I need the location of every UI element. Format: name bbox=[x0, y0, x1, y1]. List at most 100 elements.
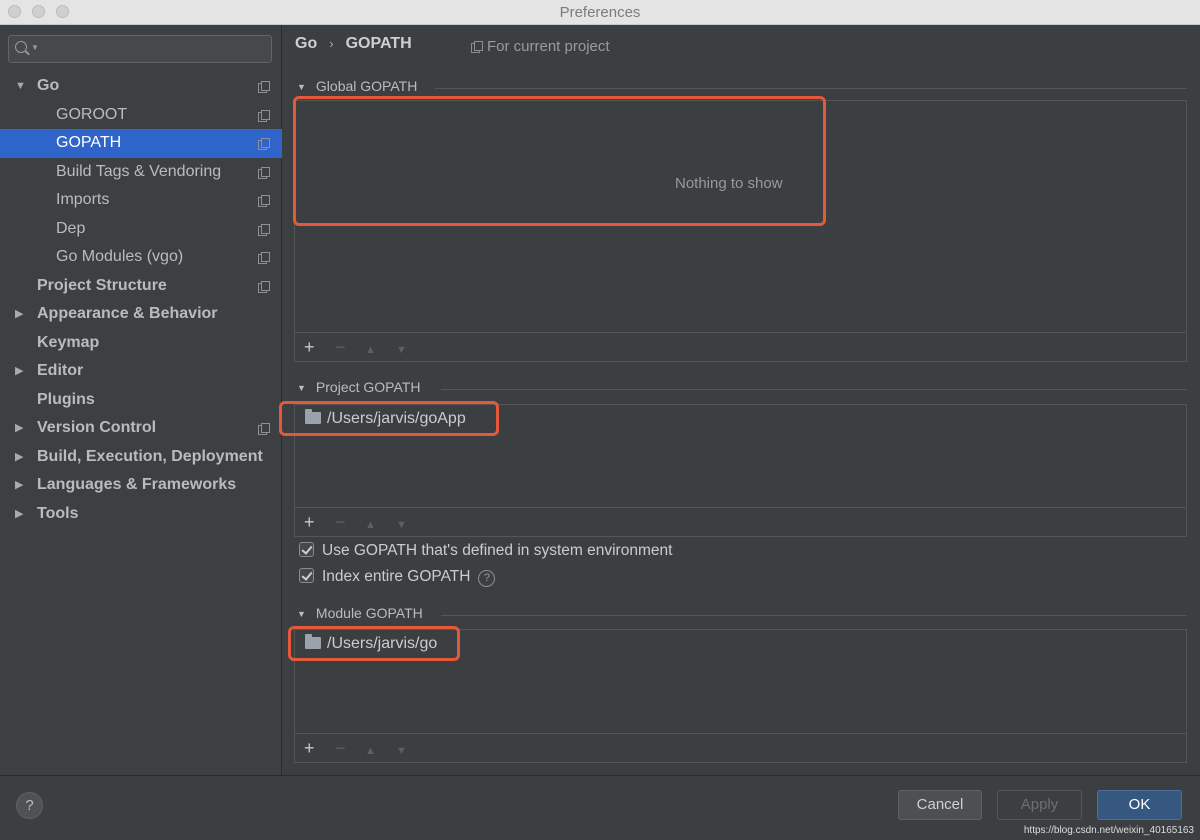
collapse-triangle-icon: ▼ bbox=[297, 82, 306, 92]
move-down-button[interactable]: ▼ bbox=[396, 741, 407, 761]
annotation-highlight bbox=[293, 96, 826, 226]
project-scope-icon bbox=[258, 81, 270, 93]
breadcrumb: Go › GOPATH bbox=[295, 35, 412, 53]
divider bbox=[441, 389, 1187, 390]
move-up-button[interactable]: ▲ bbox=[365, 340, 376, 360]
module-gopath-title: Module GOPATH bbox=[315, 605, 423, 621]
add-button[interactable]: + bbox=[304, 337, 315, 357]
use-system-gopath-checkbox[interactable]: Use GOPATH that's defined in system envi… bbox=[299, 542, 672, 560]
project-scope-icon bbox=[258, 195, 270, 207]
settings-sidebar: ▼ ▼ Go GOROOT GOPATH Build Tags & Vendoring I… bbox=[0, 25, 282, 775]
list-toolbar: + − ▲ ▼ bbox=[295, 507, 1186, 536]
sidebar-item-appearance-behavior[interactable]: ▶ Appearance & Behavior bbox=[0, 300, 282, 329]
settings-search-input[interactable]: ▼ bbox=[8, 35, 272, 63]
collapsed-arrow-icon[interactable]: ▶ bbox=[15, 300, 25, 329]
project-gopath-header[interactable]: ▼ Project GOPATH bbox=[297, 379, 420, 395]
sidebar-item-label: Appearance & Behavior bbox=[37, 305, 218, 322]
divider bbox=[441, 615, 1187, 616]
settings-tree: ▼ Go GOROOT GOPATH Build Tags & Vendoring Imp… bbox=[0, 72, 282, 528]
sidebar-item-goroot[interactable]: GOROOT bbox=[0, 101, 282, 130]
breadcrumb-current: GOPATH bbox=[345, 35, 412, 52]
module-gopath-header[interactable]: ▼ Module GOPATH bbox=[297, 605, 423, 621]
sidebar-item-label: Project Structure bbox=[37, 276, 167, 294]
scope-label: For current project bbox=[487, 38, 610, 55]
sidebar-item-label: Keymap bbox=[37, 333, 100, 351]
annotation-highlight bbox=[279, 401, 499, 436]
breadcrumb-separator: › bbox=[329, 36, 334, 51]
sidebar-item-version-control[interactable]: ▶ Version Control bbox=[0, 414, 282, 443]
collapsed-arrow-icon[interactable]: ▶ bbox=[15, 414, 25, 443]
remove-button[interactable]: − bbox=[335, 738, 346, 758]
sidebar-item-dep[interactable]: Dep bbox=[0, 215, 282, 244]
list-toolbar: + − ▲ ▼ bbox=[295, 733, 1186, 762]
sidebar-item-label: GOPATH bbox=[56, 134, 122, 151]
expanded-arrow-icon[interactable]: ▼ bbox=[15, 72, 26, 101]
collapse-triangle-icon: ▼ bbox=[297, 609, 306, 619]
list-toolbar: + − ▲ ▼ bbox=[295, 332, 1186, 361]
sidebar-item-imports[interactable]: Imports bbox=[0, 186, 282, 215]
sidebar-item-gopath[interactable]: GOPATH bbox=[0, 129, 282, 158]
project-scope-icon bbox=[258, 109, 270, 122]
gopath-settings-panel: Go › GOPATH For current project ▼ Global GO… bbox=[279, 25, 1200, 775]
watermark-text: https://blog.csdn.net/weixin_40165163 bbox=[1023, 825, 1194, 836]
move-up-button[interactable]: ▲ bbox=[365, 515, 376, 535]
help-icon[interactable]: ? bbox=[478, 570, 496, 587]
checkbox-checked-icon bbox=[299, 568, 314, 583]
sidebar-item-label: Tools bbox=[37, 504, 79, 522]
move-down-button[interactable]: ▼ bbox=[396, 515, 407, 535]
remove-button[interactable]: − bbox=[335, 512, 346, 532]
collapsed-arrow-icon[interactable]: ▶ bbox=[15, 500, 25, 529]
project-scope-icon bbox=[258, 280, 270, 293]
collapse-triangle-icon: ▼ bbox=[297, 383, 306, 393]
divider bbox=[435, 88, 1187, 89]
apply-button[interactable]: Apply bbox=[997, 790, 1082, 820]
move-down-button[interactable]: ▼ bbox=[396, 340, 407, 360]
project-gopath-title: Project GOPATH bbox=[315, 379, 421, 395]
sidebar-item-label: Go Modules (vgo) bbox=[56, 248, 184, 265]
breadcrumb-parent[interactable]: Go bbox=[295, 35, 317, 52]
sidebar-item-label: Dep bbox=[56, 219, 86, 237]
sidebar-item-go[interactable]: ▼ Go bbox=[0, 72, 282, 101]
annotation-highlight bbox=[288, 626, 460, 661]
search-icon bbox=[15, 41, 27, 53]
sidebar-item-languages-frameworks[interactable]: ▶ Languages & Frameworks bbox=[0, 471, 282, 500]
window-title: Preferences bbox=[559, 4, 641, 21]
sidebar-item-label: Build, Execution, Deployment bbox=[37, 447, 263, 465]
add-button[interactable]: + bbox=[304, 512, 315, 532]
global-gopath-header[interactable]: ▼ Global GOPATH bbox=[297, 78, 417, 94]
sidebar-item-label: Version Control bbox=[37, 419, 157, 436]
index-entire-gopath-label: Index entire GOPATH bbox=[322, 568, 471, 585]
remove-button[interactable]: − bbox=[335, 337, 346, 357]
collapsed-arrow-icon[interactable]: ▶ bbox=[15, 443, 25, 472]
project-scope-icon bbox=[471, 41, 483, 53]
chevron-down-icon: ▼ bbox=[31, 43, 39, 52]
sidebar-item-build-tags-vendoring[interactable]: Build Tags & Vendoring bbox=[0, 158, 282, 187]
help-button[interactable]: ? bbox=[16, 792, 43, 819]
sidebar-item-label: Languages & Frameworks bbox=[37, 476, 237, 493]
collapsed-arrow-icon[interactable]: ▶ bbox=[15, 471, 25, 500]
sidebar-item-project-structure[interactable]: Project Structure bbox=[0, 272, 282, 301]
global-gopath-title: Global GOPATH bbox=[315, 78, 418, 94]
project-scope-icon bbox=[258, 223, 270, 236]
sidebar-item-keymap[interactable]: Keymap bbox=[0, 329, 282, 358]
title-bar: Preferences bbox=[0, 0, 1200, 25]
project-scope-icon bbox=[258, 423, 270, 435]
collapsed-arrow-icon[interactable]: ▶ bbox=[15, 357, 25, 386]
sidebar-item-editor[interactable]: ▶ Editor bbox=[0, 357, 282, 386]
sidebar-item-label: Plugins bbox=[37, 390, 95, 408]
ok-button[interactable]: OK bbox=[1097, 790, 1182, 820]
sidebar-item-label: Imports bbox=[56, 191, 110, 208]
sidebar-item-go-modules-vgo[interactable]: Go Modules (vgo) bbox=[0, 243, 282, 272]
sidebar-item-label: Editor bbox=[37, 362, 84, 379]
index-entire-gopath-checkbox[interactable]: Index entire GOPATH? bbox=[299, 568, 496, 587]
sidebar-item-plugins[interactable]: Plugins bbox=[0, 386, 282, 415]
add-button[interactable]: + bbox=[304, 738, 315, 758]
sidebar-item-build-execution-deployment[interactable]: ▶ Build, Execution, Deployment bbox=[0, 443, 282, 472]
checkbox-checked-icon bbox=[299, 542, 314, 557]
scope-hint: For current project bbox=[471, 38, 610, 55]
move-up-button[interactable]: ▲ bbox=[365, 741, 376, 761]
sidebar-item-label: GOROOT bbox=[56, 105, 128, 123]
cancel-button[interactable]: Cancel bbox=[898, 790, 982, 820]
sidebar-item-label: Build Tags & Vendoring bbox=[56, 162, 222, 180]
sidebar-item-tools[interactable]: ▶ Tools bbox=[0, 500, 282, 529]
